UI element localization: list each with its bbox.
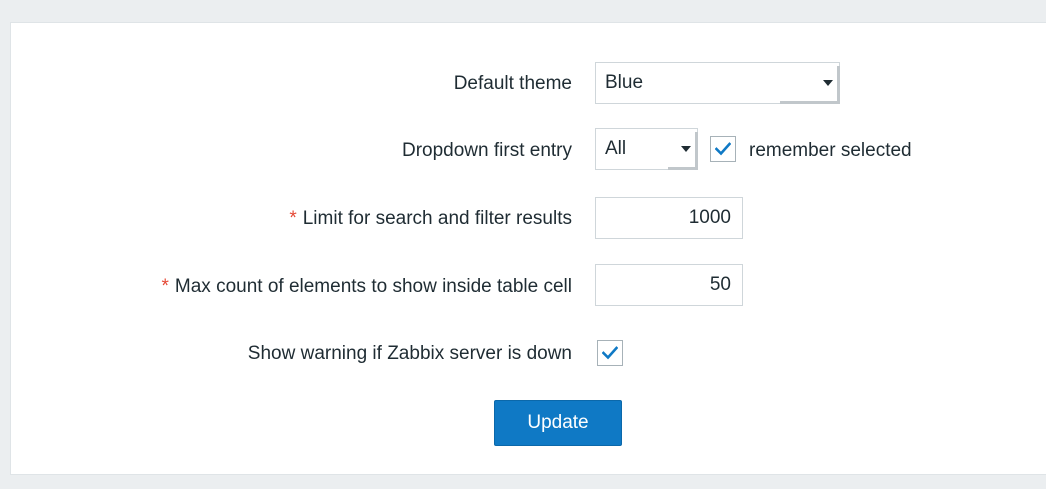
checkmark-icon (715, 142, 731, 156)
chevron-down-icon (681, 146, 691, 152)
default-theme-value: Blue (605, 72, 644, 93)
required-mark: * (161, 276, 169, 297)
settings-form-panel: Default theme Blue Dropdown first entry … (10, 22, 1046, 475)
default-theme-label: Default theme (453, 73, 572, 94)
dropdown-first-entry-value: All (605, 138, 627, 159)
remember-selected-checkbox[interactable] (710, 136, 736, 162)
dropdown-first-entry-label: Dropdown first entry (401, 140, 572, 161)
server-warning-checkbox[interactable] (597, 340, 623, 366)
search-limit-input[interactable]: 1000 (595, 197, 743, 239)
required-mark: * (289, 208, 297, 229)
remember-selected-label: remember selected (749, 140, 912, 161)
dropdown-first-entry-select[interactable]: All (595, 128, 698, 170)
search-limit-label-text: Limit for search and filter results (302, 208, 572, 229)
max-count-label: * Max count of elements to show inside ta… (161, 276, 572, 298)
search-limit-label: * Limit for search and filter results (289, 208, 572, 230)
default-theme-select[interactable]: Blue (595, 62, 840, 104)
checkmark-icon (602, 346, 618, 360)
max-count-input[interactable]: 50 (595, 264, 743, 306)
server-warning-label: Show warning if Zabbix server is down (247, 343, 572, 364)
update-button[interactable]: Update (494, 400, 622, 446)
chevron-down-icon (823, 80, 833, 86)
max-count-label-text: Max count of elements to show inside tab… (174, 276, 572, 297)
